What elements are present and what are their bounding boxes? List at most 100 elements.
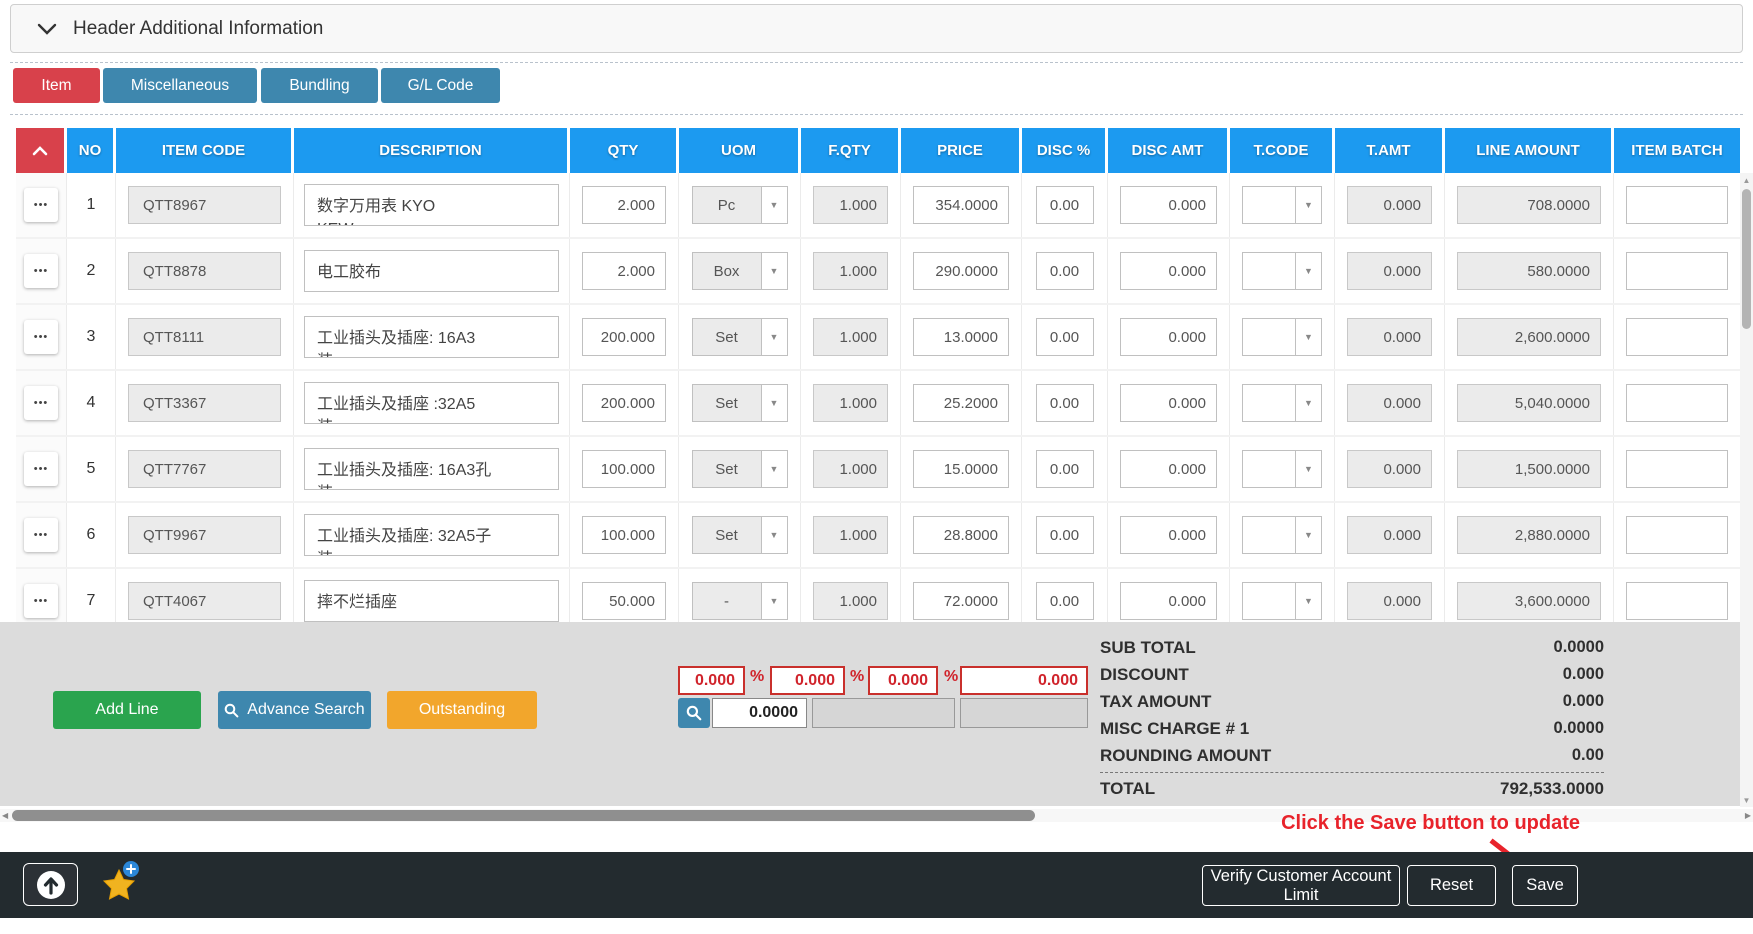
disc-pct-field[interactable]: 0.00 [1035, 450, 1094, 488]
description-field[interactable]: 工业插头及插座 :32A5 装 [304, 382, 559, 424]
item-batch-field[interactable] [1626, 384, 1728, 422]
tax-code-select[interactable]: ▼ [1242, 384, 1322, 422]
description-field[interactable]: 数字万用表 KYO KEW [304, 184, 559, 226]
description-field[interactable]: 工业插头及插座: 16A3孔 装 [304, 448, 559, 490]
chevron-down-icon[interactable]: ▼ [760, 583, 787, 619]
chevron-down-icon[interactable]: ▼ [760, 187, 787, 223]
uom-select[interactable]: Box ▼ [691, 252, 788, 290]
chevron-down-icon[interactable]: ▼ [1295, 385, 1321, 421]
disc-amt-field[interactable]: 0.000 [1120, 582, 1217, 620]
qty-field[interactable]: 2.000 [582, 186, 666, 224]
uom-select[interactable]: Set ▼ [691, 318, 788, 356]
qty-field[interactable]: 2.000 [582, 252, 666, 290]
tax-code-select[interactable]: ▼ [1242, 318, 1322, 356]
discount-pct-1-input[interactable]: 0.000 [678, 666, 745, 695]
item-batch-field[interactable] [1626, 582, 1728, 620]
item-batch-field[interactable] [1626, 450, 1728, 488]
discount-amount-input[interactable]: 0.000 [960, 666, 1088, 695]
price-field[interactable]: 15.0000 [913, 450, 1009, 488]
chevron-down-icon[interactable]: ▼ [760, 517, 787, 553]
reset-button[interactable]: Reset [1407, 865, 1496, 906]
add-favorite-button[interactable] [100, 860, 144, 908]
disc-pct-field[interactable]: 0.00 [1035, 252, 1094, 290]
description-field[interactable]: 工业插头及插座: 32A5子 装 [304, 514, 559, 556]
disc-amt-field[interactable]: 0.000 [1120, 186, 1217, 224]
uom-select[interactable]: Set ▼ [691, 384, 788, 422]
qty-field[interactable]: 100.000 [582, 450, 666, 488]
disc-pct-field[interactable]: 0.00 [1035, 582, 1094, 620]
disc-pct-field[interactable]: 0.00 [1035, 186, 1094, 224]
add-line-button[interactable]: Add Line [53, 691, 201, 729]
chevron-down-icon[interactable]: ▼ [760, 253, 787, 289]
verify-customer-account-limit-button[interactable]: Verify Customer Account Limit [1202, 865, 1400, 906]
scroll-up-icon[interactable]: ▲ [1740, 173, 1753, 187]
advance-search-button[interactable]: Advance Search [218, 691, 371, 729]
uom-select[interactable]: Pc ▼ [691, 186, 788, 224]
disc-amt-field[interactable]: 0.000 [1120, 450, 1217, 488]
item-batch-field[interactable] [1626, 186, 1728, 224]
disc-pct-field[interactable]: 0.00 [1035, 384, 1094, 422]
vertical-scrollbar-thumb[interactable] [1742, 189, 1751, 329]
chevron-down-icon[interactable]: ▼ [1295, 451, 1321, 487]
price-field[interactable]: 13.0000 [913, 318, 1009, 356]
disc-amt-field[interactable]: 0.000 [1120, 384, 1217, 422]
qty-field[interactable]: 200.000 [582, 318, 666, 356]
price-field[interactable]: 354.0000 [913, 186, 1009, 224]
tax-code-select[interactable]: ▼ [1242, 450, 1322, 488]
scroll-right-icon[interactable]: ▶ [1745, 811, 1751, 820]
tax-code-select[interactable]: ▼ [1242, 186, 1322, 224]
chevron-down-icon[interactable]: ▼ [760, 451, 787, 487]
discount-pct-3-input[interactable]: 0.000 [868, 666, 938, 695]
chevron-down-icon[interactable]: ▼ [1295, 583, 1321, 619]
item-batch-field[interactable] [1626, 252, 1728, 290]
row-menu-button[interactable]: ••• [24, 188, 58, 222]
price-field[interactable]: 290.0000 [913, 252, 1009, 290]
row-menu-button[interactable]: ••• [24, 320, 58, 354]
vertical-scrollbar[interactable]: ▲ ▼ [1740, 173, 1753, 807]
chevron-down-icon[interactable]: ▼ [1295, 319, 1321, 355]
misc-charge-search-button[interactable] [678, 698, 710, 728]
upload-button[interactable] [23, 863, 78, 906]
chevron-down-icon[interactable]: ▼ [1295, 253, 1321, 289]
disc-amt-field[interactable]: 0.000 [1120, 318, 1217, 356]
price-field[interactable]: 28.8000 [913, 516, 1009, 554]
row-menu-button[interactable]: ••• [24, 452, 58, 486]
uom-select[interactable]: Set ▼ [691, 450, 788, 488]
item-batch-field[interactable] [1626, 516, 1728, 554]
price-field[interactable]: 72.0000 [913, 582, 1009, 620]
tax-code-select[interactable]: ▼ [1242, 252, 1322, 290]
qty-field[interactable]: 100.000 [582, 516, 666, 554]
horizontal-scrollbar-thumb[interactable] [12, 810, 1035, 821]
chevron-down-icon[interactable]: ▼ [1295, 517, 1321, 553]
tab-miscellaneous[interactable]: Miscellaneous [103, 68, 257, 103]
row-menu-button[interactable]: ••• [24, 386, 58, 420]
row-menu-button[interactable]: ••• [24, 518, 58, 552]
tax-code-select[interactable]: ▼ [1242, 582, 1322, 620]
qty-field[interactable]: 200.000 [582, 384, 666, 422]
description-field[interactable]: 工业插头及插座: 16A3 装 [304, 316, 559, 358]
misc-charge-amount-input[interactable]: 0.0000 [712, 698, 807, 728]
uom-select[interactable]: Set ▼ [691, 516, 788, 554]
scroll-down-icon[interactable]: ▼ [1740, 793, 1753, 807]
description-field[interactable]: 摔不烂插座 [304, 580, 559, 622]
item-batch-field[interactable] [1626, 318, 1728, 356]
tab-item[interactable]: Item [13, 68, 100, 103]
price-field[interactable]: 25.2000 [913, 384, 1009, 422]
save-button[interactable]: Save [1512, 865, 1578, 906]
disc-pct-field[interactable]: 0.00 [1035, 516, 1094, 554]
collapse-rows-header[interactable] [16, 128, 67, 173]
discount-pct-2-input[interactable]: 0.000 [770, 666, 845, 695]
chevron-down-icon[interactable]: ▼ [1295, 187, 1321, 223]
row-menu-button[interactable]: ••• [24, 254, 58, 288]
chevron-down-icon[interactable]: ▼ [760, 319, 787, 355]
disc-amt-field[interactable]: 0.000 [1120, 516, 1217, 554]
tab-gl-code[interactable]: G/L Code [381, 68, 500, 103]
row-menu-button[interactable]: ••• [24, 584, 58, 618]
header-additional-information-toggle[interactable]: Header Additional Information [10, 4, 1743, 53]
uom-select[interactable]: - ▼ [691, 582, 788, 620]
scroll-left-icon[interactable]: ◀ [2, 811, 8, 820]
qty-field[interactable]: 50.000 [582, 582, 666, 620]
chevron-down-icon[interactable]: ▼ [760, 385, 787, 421]
tab-bundling[interactable]: Bundling [261, 68, 378, 103]
outstanding-button[interactable]: Outstanding [387, 691, 537, 729]
